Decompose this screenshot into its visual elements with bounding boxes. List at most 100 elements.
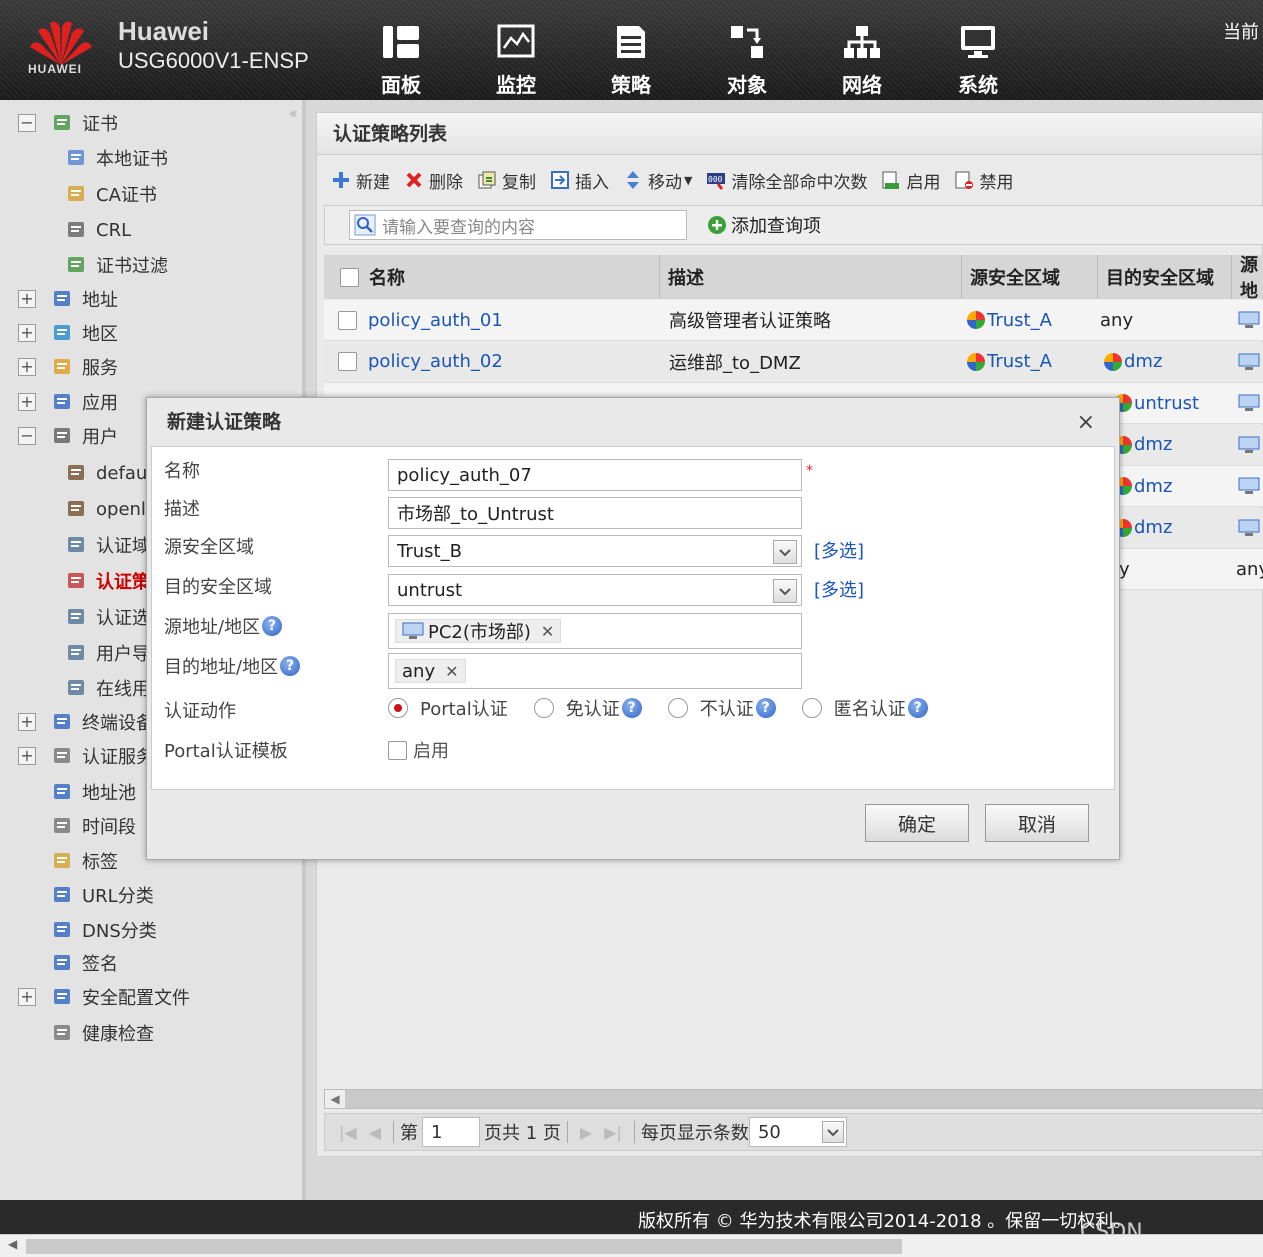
nav-monitor[interactable]: 监控 (481, 24, 551, 98)
expand-toggle-icon[interactable]: + (18, 713, 36, 731)
chevron-down-icon[interactable] (773, 579, 797, 603)
action-exempt[interactable]: 免认证 ? (533, 695, 642, 721)
dst-zone-link[interactable]: dmz (1114, 508, 1172, 548)
table-row[interactable]: policy_auth_02 运维部_to_DMZ Trust_A dmz (324, 341, 1263, 383)
help-icon[interactable]: ? (755, 698, 776, 718)
sidebar-item-user[interactable]: − 用户 (18, 421, 118, 451)
dst-zone-link[interactable]: dmz (1104, 342, 1162, 382)
expand-toggle-icon[interactable]: + (18, 324, 36, 342)
nav-network[interactable]: 网络 (827, 24, 897, 98)
radio-button[interactable] (388, 698, 408, 718)
nav-policy[interactable]: 策略 (596, 24, 666, 98)
portal-enable-checkbox[interactable] (388, 740, 407, 760)
src-zone-link[interactable]: Trust_A (967, 300, 1052, 340)
expand-toggle-icon[interactable]: + (18, 393, 36, 411)
add-query-button[interactable]: 添加查询项 (707, 212, 821, 238)
sidebar-item-dns-category[interactable]: DNS分类 (18, 915, 157, 945)
sidebar-item-auth-domain[interactable]: 认证域 (66, 530, 150, 560)
sidebar-item-auth-option[interactable]: 认证选 (66, 602, 150, 632)
src-addr-input[interactable]: PC2(市场部) ✕ (388, 613, 802, 649)
remove-tag-icon[interactable]: ✕ (445, 662, 458, 681)
sidebar-item-cert[interactable]: − 证书 (18, 108, 118, 138)
row-checkbox[interactable] (338, 310, 357, 330)
sidebar-item-region[interactable]: + 地区 (18, 318, 118, 348)
sidebar-item-tag[interactable]: 标签 (18, 846, 118, 876)
sidebar-item-signature[interactable]: 签名 (18, 948, 118, 978)
remove-tag-icon[interactable]: ✕ (541, 622, 554, 641)
sidebar-item-terminal-device[interactable]: + 终端设备 (18, 707, 154, 737)
help-icon[interactable]: ? (621, 698, 642, 718)
dst-zone-link[interactable]: dmz (1114, 466, 1172, 506)
desc-input[interactable]: 市场部_to_Untrust (388, 497, 802, 529)
radio-button[interactable] (667, 698, 688, 718)
src-zone-select[interactable]: Trust_B (388, 535, 802, 567)
sidebar-item-user-import[interactable]: 用户导 (66, 638, 150, 668)
column-name[interactable]: 名称 (324, 255, 660, 299)
insert-button[interactable]: 插入 (550, 168, 609, 193)
expand-toggle-icon[interactable]: − (18, 114, 36, 132)
action-none[interactable]: 不认证 ? (667, 695, 776, 721)
sidebar-item-service[interactable]: + 服务 (18, 352, 118, 382)
move-button[interactable]: 移动 ▼ (623, 168, 692, 193)
help-icon[interactable]: ? (262, 616, 283, 636)
nav-system[interactable]: 系统 (943, 24, 1013, 98)
column-src-addr[interactable]: 源地 (1232, 255, 1263, 299)
column-src-zone[interactable]: 源安全区域 (962, 255, 1098, 299)
sidebar-item-crl[interactable]: CRL (66, 215, 131, 245)
sidebar-item-health-check[interactable]: 健康检查 (18, 1018, 154, 1048)
clear-hits-button[interactable]: 000 清除全部命中次数 (706, 168, 867, 193)
sidebar-item-address[interactable]: + 地址 (18, 284, 118, 314)
expand-toggle-icon[interactable]: + (18, 747, 36, 765)
dst-zone-select[interactable]: untrust (388, 574, 802, 606)
sidebar-item-ca-cert[interactable]: CA证书 (66, 179, 157, 209)
radio-button[interactable] (801, 698, 822, 718)
expand-toggle-icon[interactable]: + (18, 988, 36, 1006)
chevron-down-icon[interactable] (773, 540, 797, 564)
expand-toggle-icon[interactable]: + (18, 358, 36, 376)
last-page-icon[interactable]: ▶| (604, 1123, 622, 1142)
nav-object[interactable]: 对象 (712, 24, 782, 98)
sidebar-item-url-category[interactable]: URL分类 (18, 880, 154, 910)
dst-zone-link[interactable]: dmz (1114, 425, 1172, 465)
new-button[interactable]: 新建 (331, 168, 390, 193)
help-icon[interactable]: ? (280, 656, 301, 676)
per-page-select[interactable]: 50 (748, 1117, 847, 1147)
sidebar-item-time-range[interactable]: 时间段 (18, 811, 136, 841)
policy-name-link[interactable]: policy_auth_01 (368, 300, 503, 340)
src-zone-multi-select[interactable]: [多选] (814, 537, 864, 563)
sidebar-item-auth-server[interactable]: + 认证服务 (18, 741, 154, 771)
search-input[interactable]: 请输入要查询的内容 (349, 210, 687, 240)
select-all-checkbox[interactable] (340, 267, 359, 287)
portal-enable[interactable]: 启用 (388, 737, 449, 763)
table-row[interactable]: policy_auth_01 高级管理者认证策略 Trust_A any (324, 300, 1263, 341)
prev-page-icon[interactable]: ◀ (369, 1123, 381, 1142)
help-icon[interactable]: ? (907, 698, 928, 718)
dst-zone-multi-select[interactable]: [多选] (814, 576, 864, 602)
page-number-input[interactable]: 1 (422, 1117, 481, 1147)
action-portal[interactable]: Portal认证 (388, 695, 508, 721)
collapse-sidebar-icon[interactable]: « (289, 106, 298, 122)
column-desc[interactable]: 描述 (660, 255, 962, 299)
cancel-button[interactable]: 取消 (985, 804, 1089, 842)
chevron-down-icon[interactable] (821, 1121, 844, 1143)
sidebar-item-address-pool[interactable]: 地址池 (18, 777, 136, 807)
disable-button[interactable]: 禁用 (954, 168, 1013, 193)
sidebar-item-local-cert[interactable]: 本地证书 (66, 143, 168, 173)
sidebar-item-auth-policy[interactable]: 认证策 (66, 566, 150, 596)
dst-addr-input[interactable]: any ✕ (388, 653, 802, 689)
column-dst-zone[interactable]: 目的安全区域 (1098, 255, 1232, 299)
page-horizontal-scrollbar[interactable]: ◀ (0, 1234, 1263, 1257)
dst-zone-link[interactable]: untrust (1114, 383, 1199, 423)
delete-button[interactable]: 删除 (404, 168, 463, 193)
sidebar-item-default-user[interactable]: defaul (66, 458, 152, 488)
sidebar-item-online-user[interactable]: 在线用 (66, 673, 150, 703)
sidebar-item-security-profile[interactable]: + 安全配置文件 (18, 982, 190, 1012)
expand-toggle-icon[interactable]: + (18, 290, 36, 308)
expand-toggle-icon[interactable]: − (18, 427, 36, 445)
radio-button[interactable] (533, 698, 554, 718)
policy-name-link[interactable]: policy_auth_02 (368, 342, 503, 382)
next-page-icon[interactable]: ▶ (580, 1123, 592, 1142)
action-anonymous[interactable]: 匿名认证 ? (801, 695, 928, 721)
scroll-left-icon[interactable]: ◀ (8, 1237, 17, 1251)
nav-dashboard[interactable]: 面板 (366, 24, 436, 98)
